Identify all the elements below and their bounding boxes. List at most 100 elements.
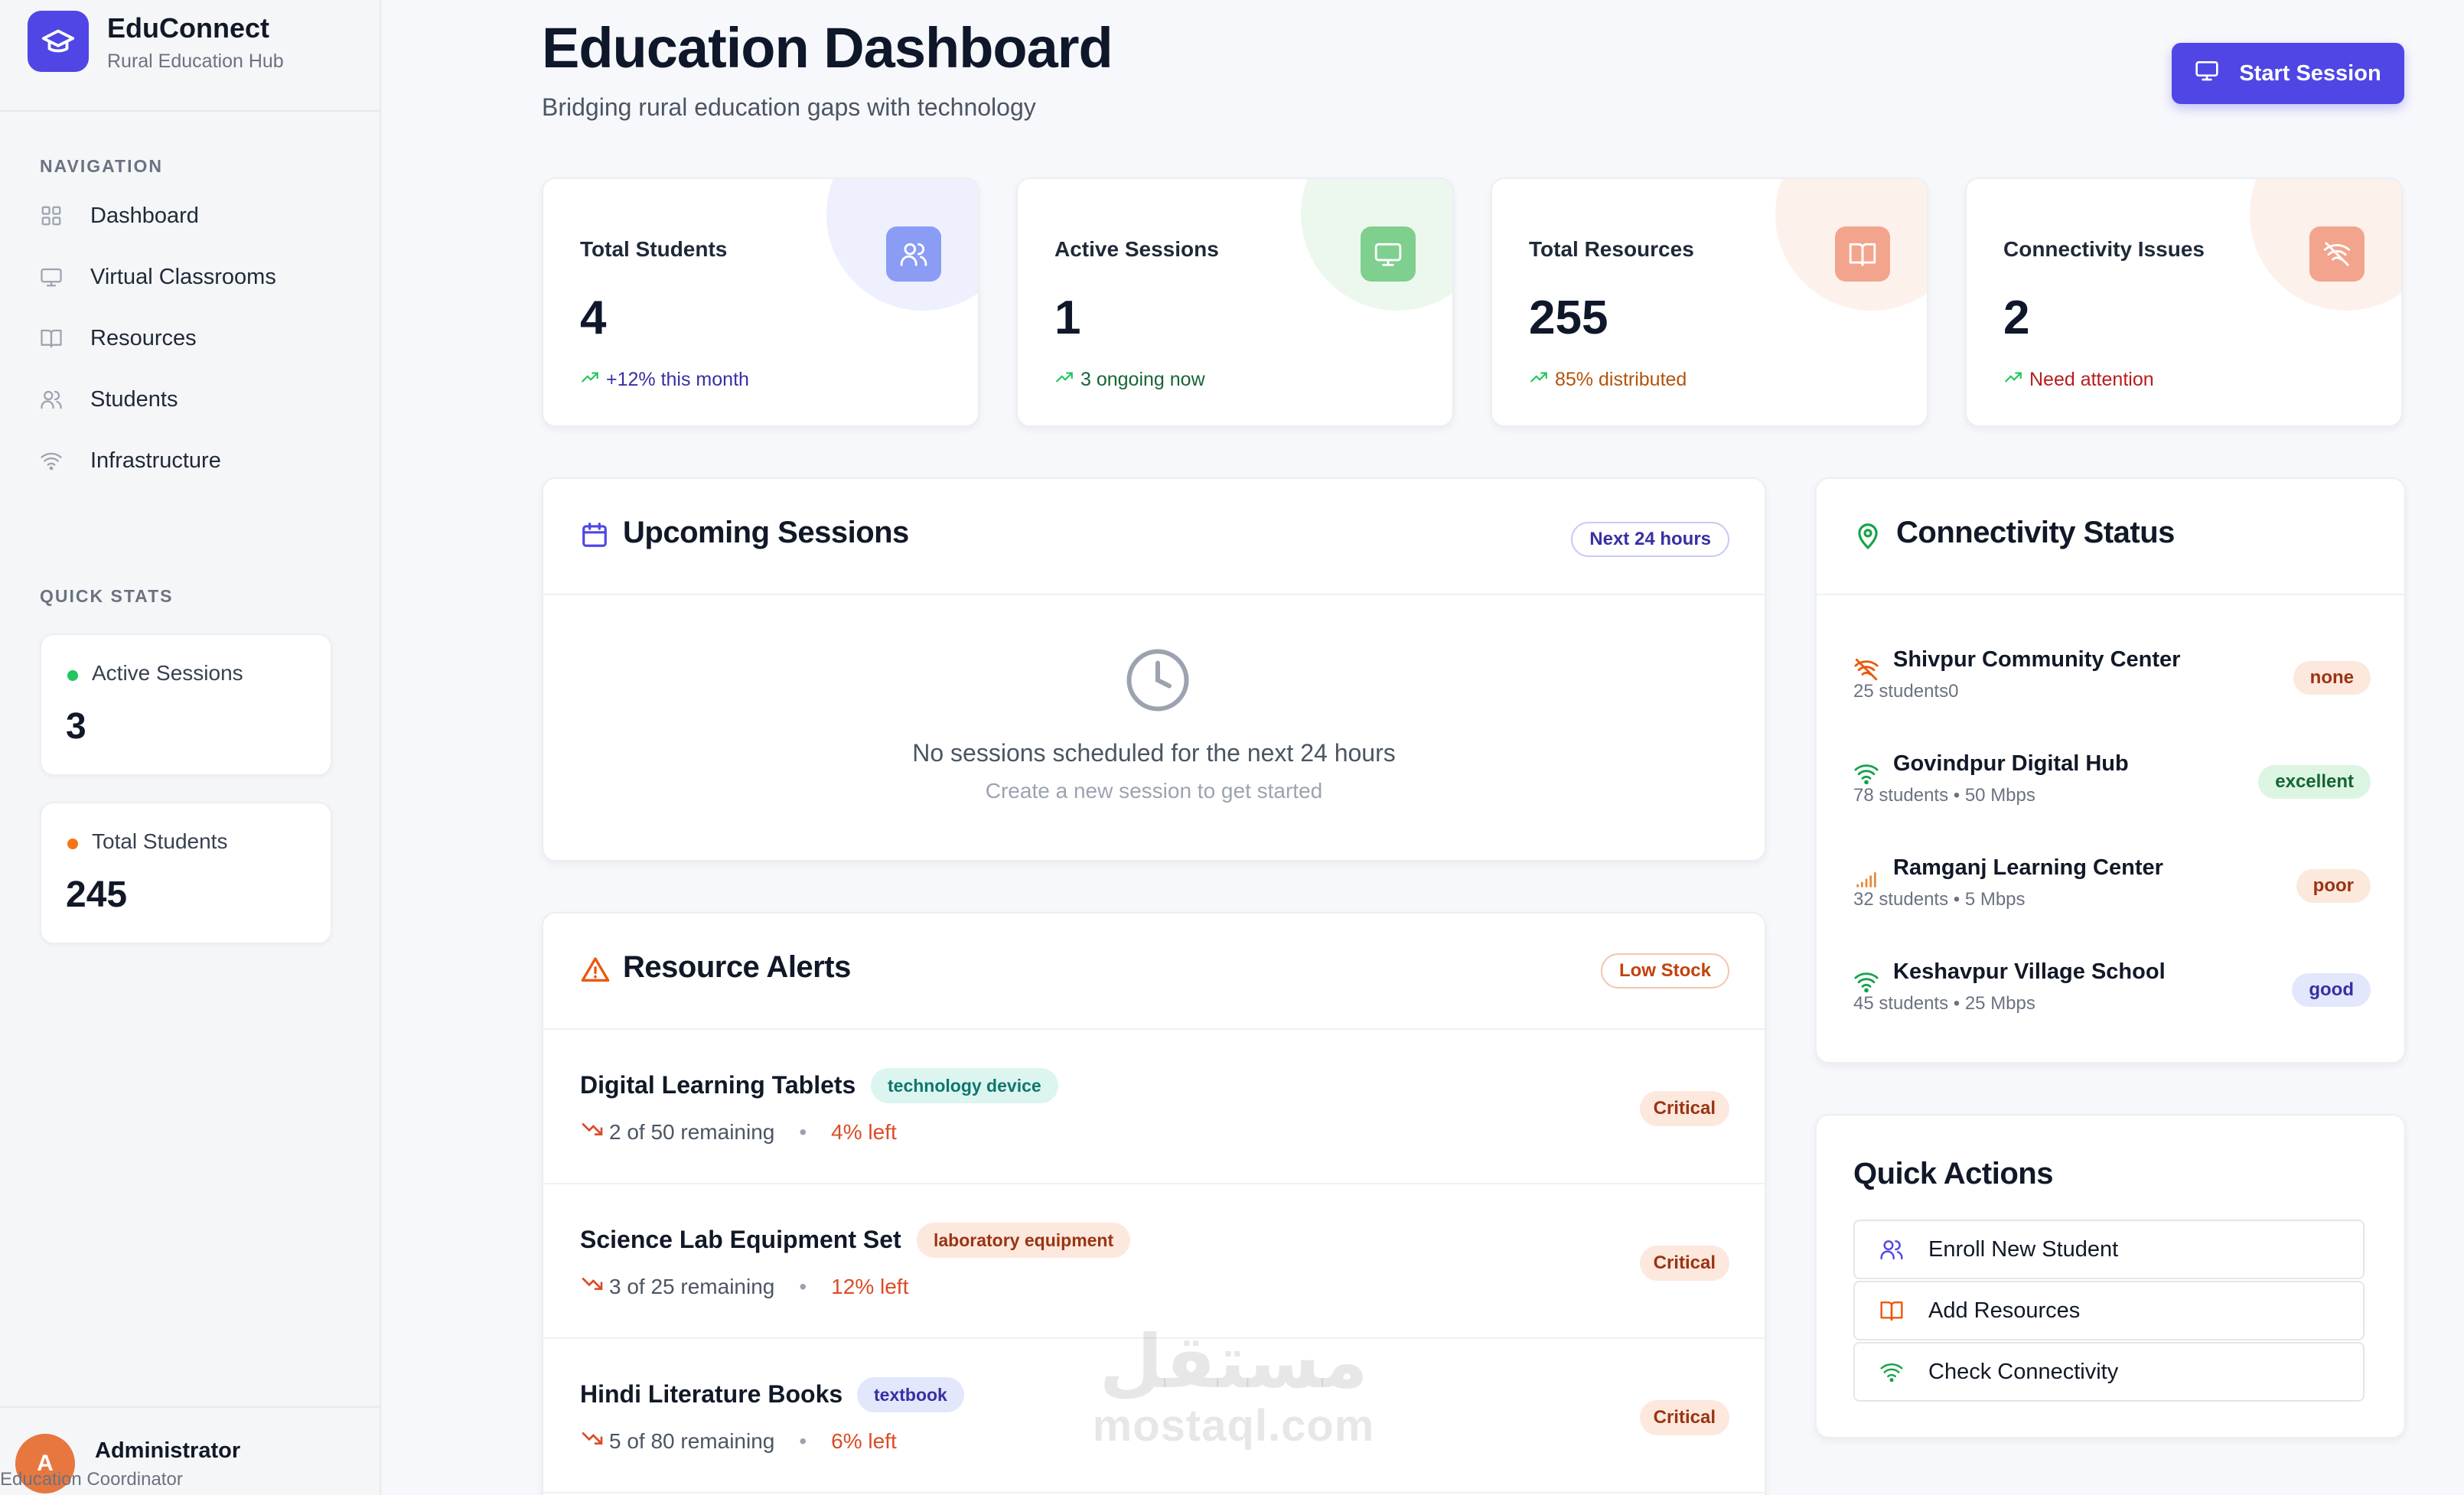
warning-icon [580, 955, 611, 989]
trending-up-icon [1529, 367, 1549, 392]
sidebar-item-virtual-classrooms[interactable]: Virtual Classrooms [40, 254, 361, 300]
stat-trend-text: +12% this month [606, 369, 749, 390]
sidebar-item-label: Resources [90, 325, 197, 350]
remaining-count: 3 of 25 remaining [609, 1274, 775, 1298]
check-connectivity-button[interactable]: Check Connectivity [1853, 1342, 2365, 1402]
user-profile[interactable]: A Administrator Education Coordinator [0, 1406, 380, 1495]
connectivity-status-panel: Connectivity Status Shivpur Community Ce… [1815, 477, 2406, 1063]
separator: • [799, 1274, 807, 1298]
trending-up-icon [1054, 367, 1074, 392]
status-badge: Critical [1639, 1246, 1729, 1281]
list-item[interactable]: Shivpur Community Center 25 students0 no… [1853, 638, 2371, 722]
panel-title: Upcoming Sessions [623, 516, 909, 549]
location-meta: 25 students0 [1853, 681, 1959, 702]
separator: • [799, 1428, 807, 1453]
resource-meta: 3 of 25 remaining • 12% left [580, 1272, 908, 1301]
book-icon [1835, 226, 1890, 282]
panel-header: Upcoming Sessions Next 24 hours [543, 479, 1765, 595]
trending-down-icon [580, 1117, 605, 1147]
low-stock-badge: Low Stock [1600, 953, 1729, 989]
graduation-cap-icon [28, 11, 89, 72]
category-tag: textbook [857, 1377, 964, 1412]
start-session-button[interactable]: Start Session [2172, 43, 2404, 104]
trending-up-icon [2003, 367, 2023, 392]
resource-name: Hindi Literature Books [580, 1380, 843, 1408]
remaining-count: 2 of 50 remaining [609, 1119, 775, 1144]
sidebar-item-infrastructure[interactable]: Infrastructure [40, 438, 361, 484]
quick-stat-active-sessions: Active Sessions 3 [40, 634, 332, 776]
stat-value: 255 [1529, 292, 1608, 344]
calendar-icon [580, 520, 609, 553]
stat-trend-text: Need attention [2029, 369, 2154, 390]
location-meta: 78 students • 50 Mbps [1853, 785, 2035, 806]
enroll-student-button[interactable]: Enroll New Student [1853, 1220, 2365, 1279]
location-name: Keshavpur Village School [1893, 959, 2166, 984]
stat-value: 2 [2003, 292, 2030, 344]
wifi-icon [40, 438, 77, 484]
users-icon [40, 376, 77, 422]
stat-card-total-students: Total Students 4 +12% this month [542, 178, 979, 427]
panel-header: Resource Alerts Low Stock [543, 914, 1765, 1030]
stat-card-total-resources: Total Resources 255 85% distributed [1491, 178, 1928, 427]
user-name: Administrator [95, 1438, 241, 1463]
category-tag: technology device [871, 1068, 1058, 1103]
sidebar-item-students[interactable]: Students [40, 376, 361, 422]
users-icon [1855, 1237, 1928, 1262]
list-item[interactable]: Keshavpur Village School 45 students • 2… [1853, 950, 2371, 1034]
brand-title: EduConnect [107, 12, 269, 44]
trending-down-icon [580, 1426, 605, 1456]
sidebar-item-dashboard[interactable]: Dashboard [40, 193, 361, 239]
action-label: Add Resources [1928, 1298, 2081, 1323]
resource-meta: 5 of 80 remaining • 6% left [580, 1426, 897, 1456]
panel-title: Quick Actions [1853, 1157, 2053, 1190]
nav-section-label: NAVIGATION [40, 156, 163, 176]
category-tag: laboratory equipment [917, 1223, 1131, 1258]
sidebar-item-label: Students [90, 386, 178, 412]
stat-trend: 3 ongoing now [1054, 367, 1205, 392]
stat-label: Total Resources [1529, 237, 1694, 261]
resource-name: Digital Learning Tablets [580, 1071, 856, 1099]
monitor-icon [40, 254, 77, 300]
quick-stat-label: Total Students [92, 829, 228, 853]
list-item[interactable]: Science Lab Equipment Set laboratory equ… [543, 1184, 1765, 1339]
monitor-icon [1361, 226, 1416, 282]
page-subtitle: Bridging rural education gaps with techn… [542, 93, 1036, 121]
map-pin-icon [1853, 520, 1882, 555]
brand[interactable]: EduConnect Rural Education Hub [28, 11, 380, 110]
trending-down-icon [580, 1272, 605, 1301]
status-badge: excellent [2258, 765, 2371, 799]
watermark-arabic: مستقل [1099, 1319, 1368, 1405]
sidebar: EduConnect Rural Education Hub NAVIGATIO… [0, 0, 381, 1495]
stat-trend: +12% this month [580, 367, 749, 392]
list-item[interactable]: Digital Learning Tablets technology devi… [543, 1030, 1765, 1184]
location-meta: 32 students • 5 Mbps [1853, 889, 2026, 910]
user-role: Education Coordinator [0, 1469, 183, 1490]
location-name: Ramganj Learning Center [1893, 855, 2163, 880]
stat-trend-text: 85% distributed [1555, 369, 1687, 390]
location-name: Govindpur Digital Hub [1893, 751, 2129, 776]
stat-trend-text: 3 ongoing now [1080, 369, 1205, 390]
page-title: Education Dashboard [542, 16, 1113, 80]
status-badge: Critical [1639, 1091, 1729, 1126]
status-dot [67, 839, 78, 849]
panel-header: Connectivity Status [1817, 479, 2404, 595]
trending-up-icon [580, 367, 600, 392]
start-session-label: Start Session [2239, 60, 2381, 86]
stat-label: Connectivity Issues [2003, 237, 2205, 261]
action-label: Check Connectivity [1928, 1359, 2119, 1384]
remaining-count: 5 of 80 remaining [609, 1428, 775, 1453]
panel-title: Connectivity Status [1896, 516, 2175, 549]
add-resources-button[interactable]: Add Resources [1853, 1281, 2365, 1340]
list-item[interactable]: Govindpur Digital Hub 78 students • 50 M… [1853, 742, 2371, 826]
empty-state-title: No sessions scheduled for the next 24 ho… [912, 739, 1396, 767]
sidebar-item-resources[interactable]: Resources [40, 315, 361, 361]
list-item[interactable]: Ramganj Learning Center 32 students • 5 … [1853, 846, 2371, 930]
empty-state-subtitle: Create a new session to get started [985, 779, 1323, 803]
quick-stat-total-students: Total Students 245 [40, 802, 332, 944]
monitor-icon [2195, 58, 2219, 89]
quick-stat-value: 3 [66, 706, 86, 747]
percent-left: 12% left [831, 1274, 909, 1298]
upcoming-sessions-panel: Upcoming Sessions Next 24 hours No sessi… [542, 477, 1766, 861]
percent-left: 6% left [831, 1428, 897, 1453]
status-badge: good [2292, 973, 2371, 1007]
